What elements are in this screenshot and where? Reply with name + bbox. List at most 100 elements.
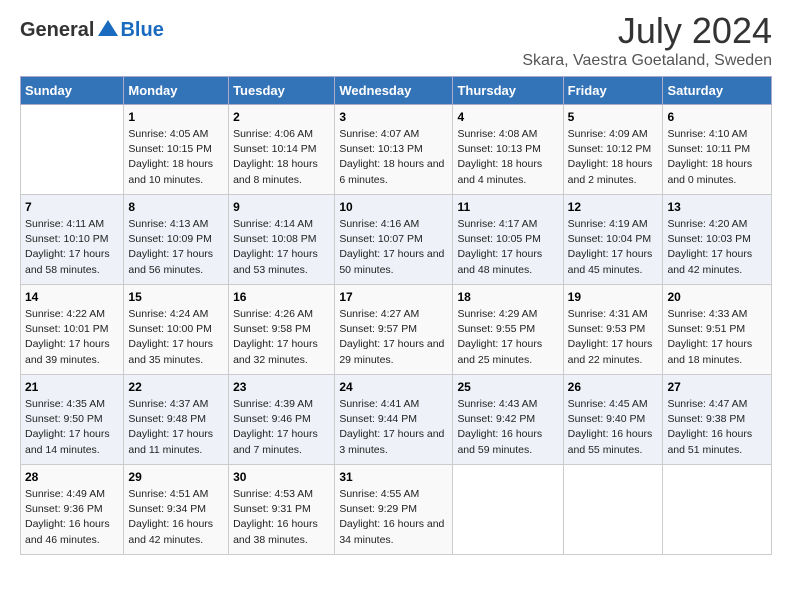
day-info: Sunrise: 4:55 AMSunset: 9:29 PMDaylight:… xyxy=(339,487,448,548)
week-row-3: 14 Sunrise: 4:22 AMSunset: 10:01 PMDayli… xyxy=(21,285,772,375)
day-cell: 5 Sunrise: 4:09 AMSunset: 10:12 PMDaylig… xyxy=(563,105,663,195)
day-number: 27 xyxy=(667,380,767,394)
day-info: Sunrise: 4:53 AMSunset: 9:31 PMDaylight:… xyxy=(233,487,330,548)
day-info: Sunrise: 4:27 AMSunset: 9:57 PMDaylight:… xyxy=(339,307,448,368)
day-info: Sunrise: 4:11 AMSunset: 10:10 PMDaylight… xyxy=(25,217,119,278)
title-block: July 2024 Skara, Vaestra Goetaland, Swed… xyxy=(522,10,772,70)
day-info: Sunrise: 4:07 AMSunset: 10:13 PMDaylight… xyxy=(339,127,448,188)
day-number: 23 xyxy=(233,380,330,394)
day-cell: 31 Sunrise: 4:55 AMSunset: 9:29 PMDaylig… xyxy=(335,465,453,555)
day-number: 6 xyxy=(667,110,767,124)
day-info: Sunrise: 4:31 AMSunset: 9:53 PMDaylight:… xyxy=(568,307,659,368)
day-number: 17 xyxy=(339,290,448,304)
day-cell: 11 Sunrise: 4:17 AMSunset: 10:05 PMDayli… xyxy=(453,195,563,285)
day-info: Sunrise: 4:10 AMSunset: 10:11 PMDaylight… xyxy=(667,127,767,188)
day-info: Sunrise: 4:05 AMSunset: 10:15 PMDaylight… xyxy=(128,127,224,188)
day-number: 25 xyxy=(457,380,558,394)
day-info: Sunrise: 4:47 AMSunset: 9:38 PMDaylight:… xyxy=(667,397,767,458)
main-title: July 2024 xyxy=(522,10,772,52)
week-row-2: 7 Sunrise: 4:11 AMSunset: 10:10 PMDaylig… xyxy=(21,195,772,285)
day-info: Sunrise: 4:37 AMSunset: 9:48 PMDaylight:… xyxy=(128,397,224,458)
day-number: 13 xyxy=(667,200,767,214)
day-info: Sunrise: 4:17 AMSunset: 10:05 PMDaylight… xyxy=(457,217,558,278)
calendar-table: SundayMondayTuesdayWednesdayThursdayFrid… xyxy=(20,76,772,555)
day-info: Sunrise: 4:20 AMSunset: 10:03 PMDaylight… xyxy=(667,217,767,278)
day-cell xyxy=(21,105,124,195)
day-number: 12 xyxy=(568,200,659,214)
subtitle: Skara, Vaestra Goetaland, Sweden xyxy=(522,52,772,70)
day-number: 20 xyxy=(667,290,767,304)
day-cell: 17 Sunrise: 4:27 AMSunset: 9:57 PMDaylig… xyxy=(335,285,453,375)
day-number: 30 xyxy=(233,470,330,484)
day-info: Sunrise: 4:14 AMSunset: 10:08 PMDaylight… xyxy=(233,217,330,278)
day-cell: 18 Sunrise: 4:29 AMSunset: 9:55 PMDaylig… xyxy=(453,285,563,375)
day-info: Sunrise: 4:41 AMSunset: 9:44 PMDaylight:… xyxy=(339,397,448,458)
day-info: Sunrise: 4:09 AMSunset: 10:12 PMDaylight… xyxy=(568,127,659,188)
day-number: 28 xyxy=(25,470,119,484)
day-cell: 25 Sunrise: 4:43 AMSunset: 9:42 PMDaylig… xyxy=(453,375,563,465)
day-cell: 14 Sunrise: 4:22 AMSunset: 10:01 PMDayli… xyxy=(21,285,124,375)
day-cell xyxy=(453,465,563,555)
day-cell: 24 Sunrise: 4:41 AMSunset: 9:44 PMDaylig… xyxy=(335,375,453,465)
day-number: 2 xyxy=(233,110,330,124)
day-info: Sunrise: 4:26 AMSunset: 9:58 PMDaylight:… xyxy=(233,307,330,368)
day-info: Sunrise: 4:51 AMSunset: 9:34 PMDaylight:… xyxy=(128,487,224,548)
header-cell-thursday: Thursday xyxy=(453,77,563,105)
day-cell: 9 Sunrise: 4:14 AMSunset: 10:08 PMDaylig… xyxy=(229,195,335,285)
day-info: Sunrise: 4:43 AMSunset: 9:42 PMDaylight:… xyxy=(457,397,558,458)
day-info: Sunrise: 4:29 AMSunset: 9:55 PMDaylight:… xyxy=(457,307,558,368)
day-number: 19 xyxy=(568,290,659,304)
day-cell: 1 Sunrise: 4:05 AMSunset: 10:15 PMDaylig… xyxy=(124,105,229,195)
day-number: 15 xyxy=(128,290,224,304)
day-cell: 26 Sunrise: 4:45 AMSunset: 9:40 PMDaylig… xyxy=(563,375,663,465)
day-info: Sunrise: 4:22 AMSunset: 10:01 PMDaylight… xyxy=(25,307,119,368)
header-cell-tuesday: Tuesday xyxy=(229,77,335,105)
day-cell: 4 Sunrise: 4:08 AMSunset: 10:13 PMDaylig… xyxy=(453,105,563,195)
day-cell: 29 Sunrise: 4:51 AMSunset: 9:34 PMDaylig… xyxy=(124,465,229,555)
day-info: Sunrise: 4:08 AMSunset: 10:13 PMDaylight… xyxy=(457,127,558,188)
day-info: Sunrise: 4:39 AMSunset: 9:46 PMDaylight:… xyxy=(233,397,330,458)
day-info: Sunrise: 4:13 AMSunset: 10:09 PMDaylight… xyxy=(128,217,224,278)
day-number: 7 xyxy=(25,200,119,214)
day-cell: 6 Sunrise: 4:10 AMSunset: 10:11 PMDaylig… xyxy=(663,105,772,195)
day-cell: 22 Sunrise: 4:37 AMSunset: 9:48 PMDaylig… xyxy=(124,375,229,465)
day-cell: 23 Sunrise: 4:39 AMSunset: 9:46 PMDaylig… xyxy=(229,375,335,465)
day-info: Sunrise: 4:06 AMSunset: 10:14 PMDaylight… xyxy=(233,127,330,188)
day-number: 8 xyxy=(128,200,224,214)
header-cell-friday: Friday xyxy=(563,77,663,105)
day-number: 11 xyxy=(457,200,558,214)
header-cell-saturday: Saturday xyxy=(663,77,772,105)
day-info: Sunrise: 4:19 AMSunset: 10:04 PMDaylight… xyxy=(568,217,659,278)
day-cell: 8 Sunrise: 4:13 AMSunset: 10:09 PMDaylig… xyxy=(124,195,229,285)
day-cell xyxy=(663,465,772,555)
day-number: 14 xyxy=(25,290,119,304)
day-number: 3 xyxy=(339,110,448,124)
day-cell: 13 Sunrise: 4:20 AMSunset: 10:03 PMDayli… xyxy=(663,195,772,285)
day-cell: 10 Sunrise: 4:16 AMSunset: 10:07 PMDayli… xyxy=(335,195,453,285)
day-number: 22 xyxy=(128,380,224,394)
day-number: 29 xyxy=(128,470,224,484)
day-cell: 19 Sunrise: 4:31 AMSunset: 9:53 PMDaylig… xyxy=(563,285,663,375)
day-cell: 30 Sunrise: 4:53 AMSunset: 9:31 PMDaylig… xyxy=(229,465,335,555)
week-row-4: 21 Sunrise: 4:35 AMSunset: 9:50 PMDaylig… xyxy=(21,375,772,465)
day-cell: 2 Sunrise: 4:06 AMSunset: 10:14 PMDaylig… xyxy=(229,105,335,195)
day-cell: 3 Sunrise: 4:07 AMSunset: 10:13 PMDaylig… xyxy=(335,105,453,195)
header-cell-sunday: Sunday xyxy=(21,77,124,105)
day-number: 16 xyxy=(233,290,330,304)
logo: General Blue xyxy=(20,18,164,42)
day-number: 1 xyxy=(128,110,224,124)
page-header: General Blue July 2024 Skara, Vaestra Go… xyxy=(20,10,772,70)
day-cell: 16 Sunrise: 4:26 AMSunset: 9:58 PMDaylig… xyxy=(229,285,335,375)
day-number: 5 xyxy=(568,110,659,124)
header-row: SundayMondayTuesdayWednesdayThursdayFrid… xyxy=(21,77,772,105)
day-info: Sunrise: 4:49 AMSunset: 9:36 PMDaylight:… xyxy=(25,487,119,548)
day-info: Sunrise: 4:16 AMSunset: 10:07 PMDaylight… xyxy=(339,217,448,278)
day-cell xyxy=(563,465,663,555)
logo-icon xyxy=(96,18,120,42)
logo-blue: Blue xyxy=(120,19,163,42)
day-cell: 7 Sunrise: 4:11 AMSunset: 10:10 PMDaylig… xyxy=(21,195,124,285)
day-info: Sunrise: 4:45 AMSunset: 9:40 PMDaylight:… xyxy=(568,397,659,458)
day-cell: 15 Sunrise: 4:24 AMSunset: 10:00 PMDayli… xyxy=(124,285,229,375)
day-info: Sunrise: 4:24 AMSunset: 10:00 PMDaylight… xyxy=(128,307,224,368)
day-cell: 20 Sunrise: 4:33 AMSunset: 9:51 PMDaylig… xyxy=(663,285,772,375)
